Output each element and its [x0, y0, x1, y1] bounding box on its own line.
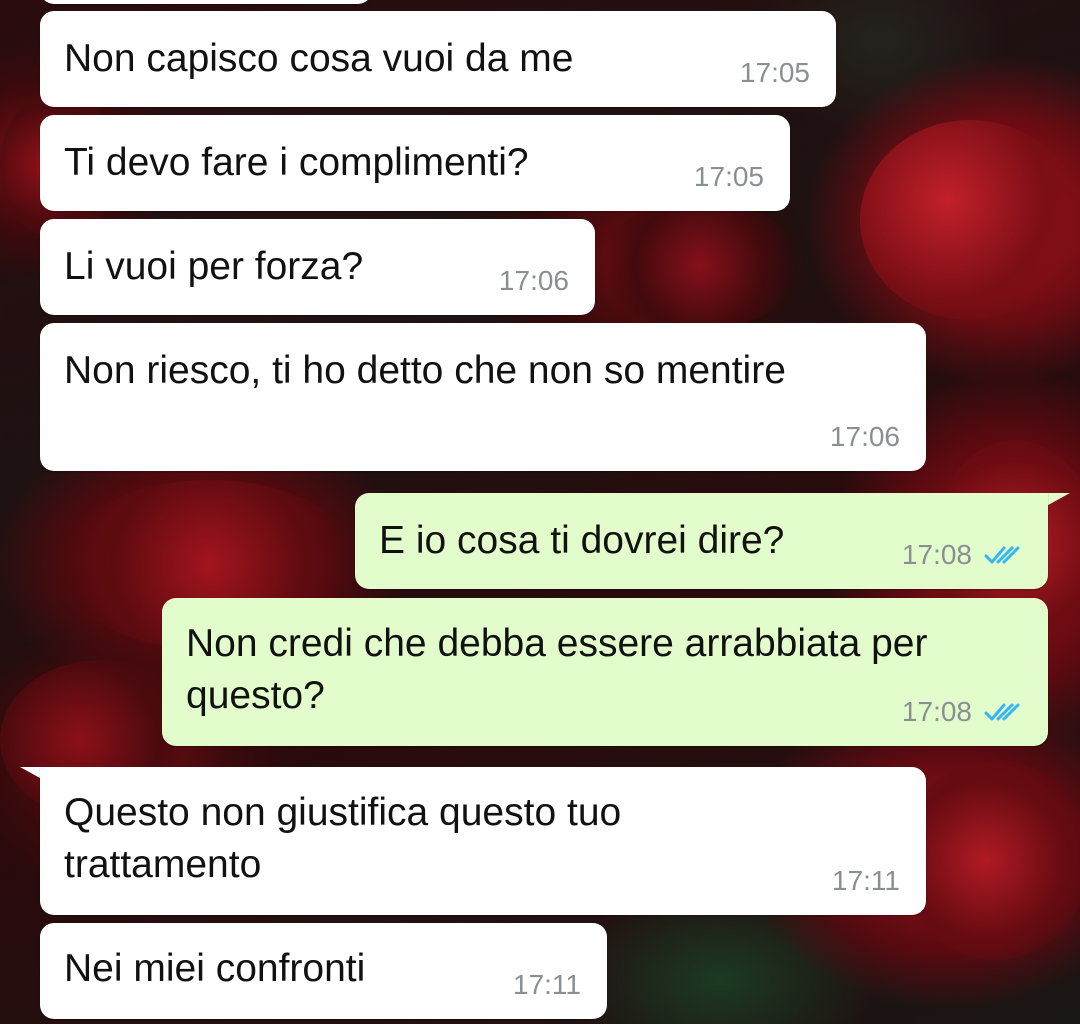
message-text: E io cosa ti dovrei dire? — [379, 519, 785, 562]
message-bubble[interactable]: Non credi che debba essere arrabbiata pe… — [162, 598, 1048, 746]
message-bubble[interactable]: Non capisco cosa vuoi da me 17:05 — [40, 11, 836, 107]
message-text: Non capisco cosa vuoi da me — [64, 37, 574, 80]
message-text: Li vuoi per forza? — [64, 245, 364, 288]
message-text: trattamento — [64, 843, 262, 886]
message-timestamp: 17:06 — [829, 421, 900, 452]
message-bubble[interactable]: Non riesco, ti ho detto che non so menti… — [40, 323, 926, 471]
message-bubble[interactable]: Ti devo fare i complimenti? 17:05 — [40, 115, 790, 211]
message-bubble[interactable]: Nei miei confronti 17:11 — [40, 923, 607, 1019]
double-check-icon — [984, 546, 1020, 564]
message-text: Non credi che debba essere arrabbiata pe… — [186, 622, 928, 665]
message-text: questo? — [186, 674, 325, 717]
message-bubble[interactable]: E io cosa ti dovrei dire? 17:08 — [355, 493, 1048, 589]
message-text: Non riesco, ti ho detto che non so menti… — [64, 349, 786, 392]
message-timestamp: 17:11 — [832, 865, 900, 896]
message-text: Ti devo fare i complimenti? — [64, 141, 529, 184]
message-timestamp: 17:08 — [901, 539, 972, 570]
message-timestamp: 17:06 — [498, 265, 569, 296]
message-timestamp: 17:08 — [901, 696, 972, 727]
message-timestamp: 17:11 — [513, 969, 581, 1000]
double-check-icon — [984, 703, 1020, 721]
message-text: Questo non giustifica questo tuo — [64, 791, 622, 834]
partial-message-bubble — [40, 0, 372, 4]
message-text: Nei miei confronti — [64, 947, 366, 990]
message-timestamp: 17:05 — [693, 161, 764, 192]
message-bubble[interactable]: Questo non giustifica questo tuo trattam… — [40, 767, 926, 915]
message-bubble[interactable]: Li vuoi per forza? 17:06 — [40, 219, 595, 315]
message-timestamp: 17:05 — [739, 57, 810, 88]
